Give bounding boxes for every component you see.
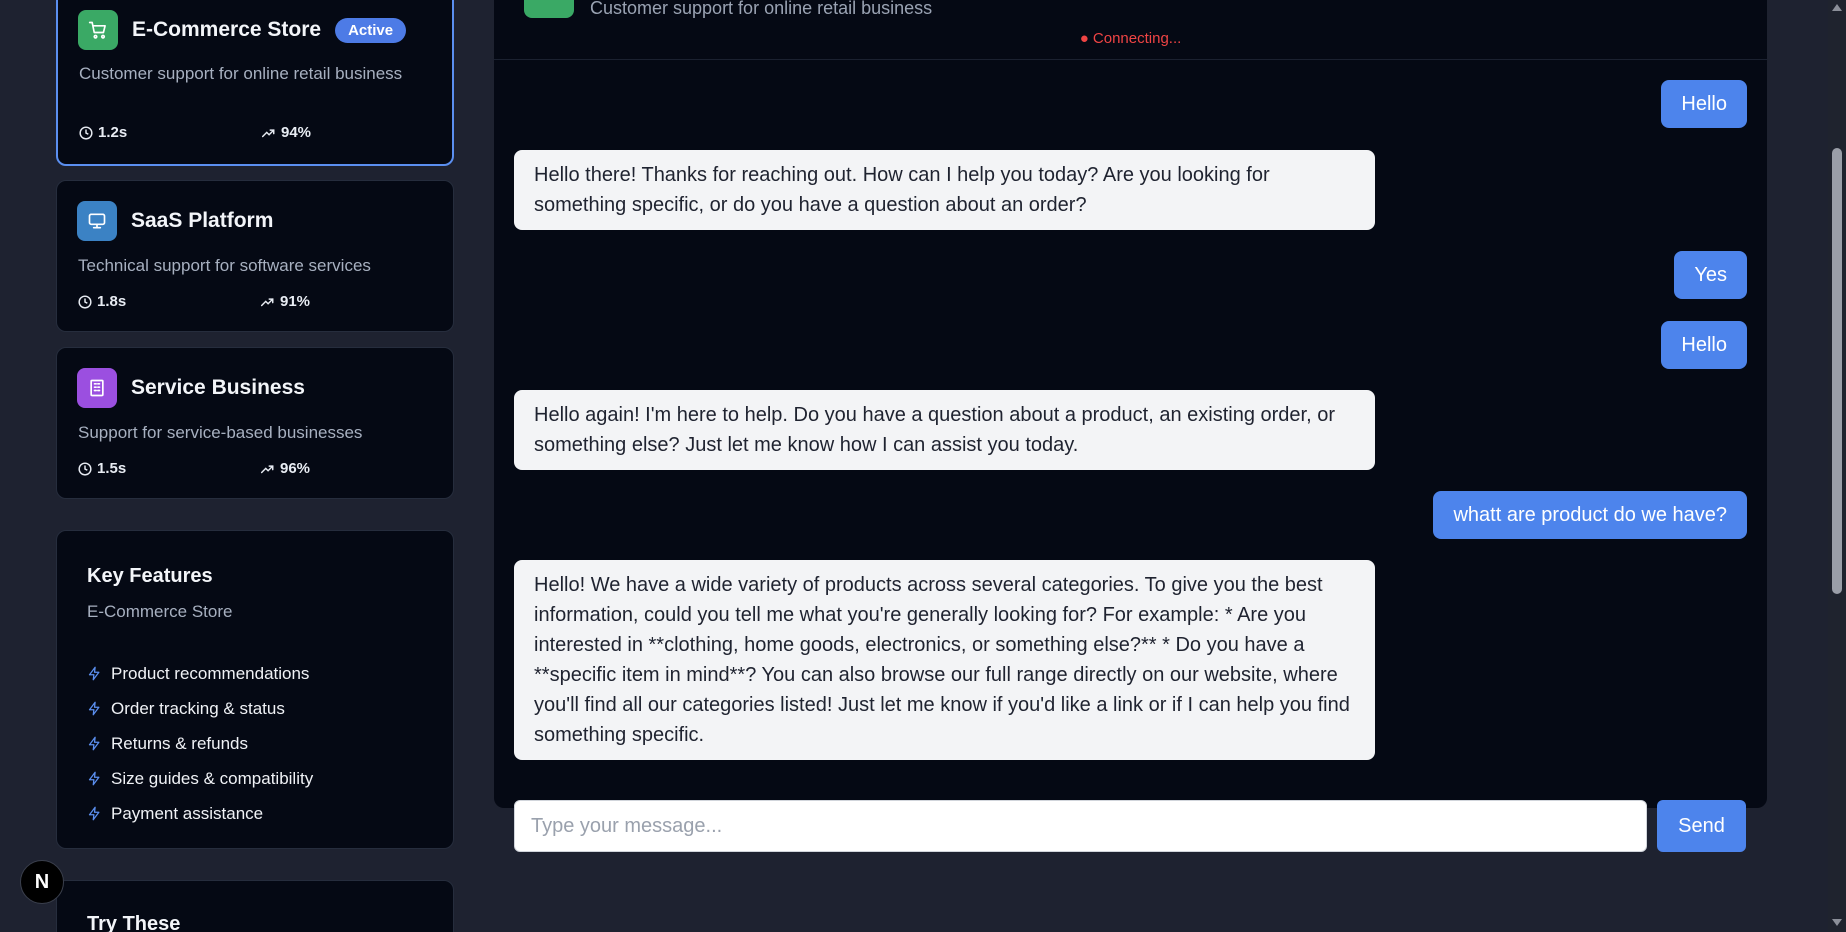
satisfaction-rate: 94% [261,124,311,141]
business-card-saas[interactable]: SaaS Platform Technical support for soft… [56,180,454,332]
business-stats: 1.5s 96% [78,460,310,477]
feature-item: Size guides & compatibility [87,761,313,796]
business-stats: 1.8s 91% [78,293,310,310]
satisfaction-rate: 91% [260,293,310,310]
clock-icon [79,125,93,140]
message-input[interactable] [514,800,1647,852]
trending-up-icon [261,128,275,137]
feature-item: Returns & refunds [87,726,313,761]
response-time: 1.5s [78,460,126,477]
features-title: Key Features [87,565,213,587]
zap-icon [88,736,100,751]
business-name: Service Business [131,376,305,399]
business-card-service[interactable]: Service Business Support for service-bas… [56,347,454,499]
try-these-panel: Try These [56,880,454,932]
page-scrollbar[interactable] [1828,0,1846,932]
business-description: Technical support for software services [78,256,371,275]
trending-up-icon [260,464,274,473]
zap-icon [88,806,100,821]
feature-item: Order tracking & status [87,691,313,726]
cart-icon [78,10,118,50]
chat-header: Customer support for online retail busin… [494,0,1767,60]
business-description: Support for service-based businesses [78,423,363,442]
features-list: Product recommendations Order tracking &… [87,656,313,831]
feature-item: Payment assistance [87,796,313,831]
zap-icon [88,771,100,786]
clock-icon [78,294,92,309]
chat-panel: Customer support for online retail busin… [494,0,1767,852]
satisfaction-rate: 96% [260,460,310,477]
bot-message: Hello again! I'm here to help. Do you ha… [514,390,1375,470]
user-message: whatt are product do we have? [1433,491,1747,539]
feature-item: Product recommendations [87,656,313,691]
response-time: 1.2s [79,124,127,141]
active-badge: Active [335,17,407,43]
clock-icon [78,461,92,476]
user-message: Hello [1661,80,1747,128]
business-name: SaaS Platform [131,209,274,232]
scroll-down-icon[interactable] [1832,919,1842,926]
send-button[interactable]: Send [1657,800,1746,852]
business-name: E-Commerce Store [132,18,322,41]
bot-message: Hello there! Thanks for reaching out. Ho… [514,150,1375,230]
chat-header-description: Customer support for online retail busin… [590,0,933,18]
building-icon [77,368,117,408]
business-card-ecommerce[interactable]: E-Commerce Store Active Customer support… [56,0,454,166]
user-message: Hello [1661,321,1747,369]
scrollbar-thumb[interactable] [1832,148,1842,594]
business-stats: 1.2s 94% [79,124,311,141]
key-features-panel: Key Features E-Commerce Store Product re… [56,530,454,849]
response-time: 1.8s [78,293,126,310]
framework-logo-icon[interactable]: N [20,860,64,904]
scroll-up-icon[interactable] [1832,4,1842,11]
monitor-icon [77,201,117,241]
features-subtitle: E-Commerce Store [87,602,233,621]
user-message: Yes [1674,251,1747,299]
cart-icon [524,0,574,18]
try-these-title: Try These [87,913,181,932]
message-list: Hello Hello there! Thanks for reaching o… [494,60,1767,780]
bot-message: Hello! We have a wide variety of product… [514,560,1375,760]
connection-status: ● Connecting... [1079,30,1182,47]
business-description: Customer support for online retail busin… [79,64,403,83]
zap-icon [88,701,100,716]
zap-icon [88,666,100,681]
trending-up-icon [260,297,274,306]
